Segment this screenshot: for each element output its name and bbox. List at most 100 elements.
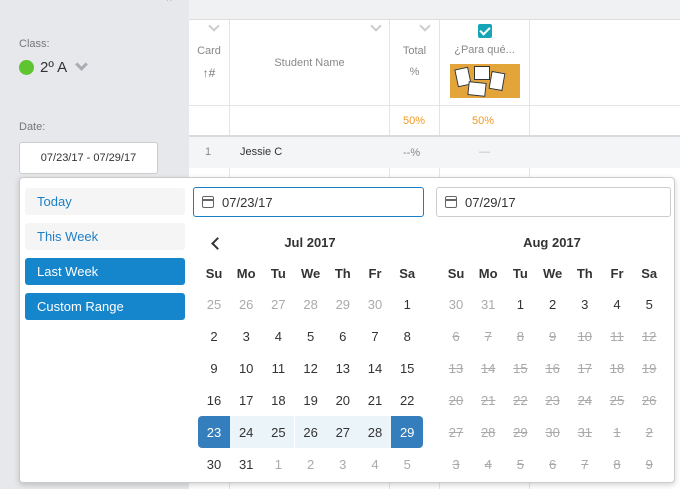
- calendar-day: 9: [548, 328, 557, 344]
- calendar-day: 16: [545, 360, 560, 376]
- weekday-label: Tu: [512, 265, 528, 281]
- calendar-day[interactable]: 24: [230, 416, 263, 448]
- range-this-week[interactable]: This Week: [25, 223, 185, 250]
- row-student-name[interactable]: Jessie C: [240, 146, 282, 158]
- calendar-day[interactable]: 29: [391, 416, 424, 448]
- calendar-day[interactable]: 7: [359, 320, 391, 352]
- chevron-down-icon[interactable]: [208, 20, 220, 32]
- calendar-day[interactable]: 26: [230, 288, 262, 320]
- calendar-day[interactable]: 20: [327, 384, 359, 416]
- calendar-day[interactable]: 21: [359, 384, 391, 416]
- range-last-week[interactable]: Last Week: [25, 258, 185, 285]
- date-range-input[interactable]: 07/23/17 - 07/29/17: [19, 142, 158, 174]
- calendar-day[interactable]: 14: [359, 352, 391, 384]
- calendar-day[interactable]: 4: [601, 288, 633, 320]
- calendar-day[interactable]: 30: [198, 448, 230, 480]
- calendar-day[interactable]: 27: [326, 416, 359, 448]
- calendar-day[interactable]: 25: [198, 288, 230, 320]
- table-row[interactable]: 1 Jessie C --% —: [189, 137, 680, 168]
- calendar-day: 15: [513, 360, 528, 376]
- calendar-day: 31: [577, 424, 593, 440]
- calendar-day[interactable]: 4: [359, 448, 391, 480]
- calendar-day[interactable]: 1: [391, 288, 423, 320]
- calendar-day: 27: [448, 424, 464, 440]
- calendar-day[interactable]: 18: [262, 384, 294, 416]
- calendar-day[interactable]: 5: [391, 448, 423, 480]
- column-card-label: Card: [197, 45, 221, 57]
- end-date-value: 07/29/17: [465, 194, 516, 210]
- calendar-day: 11: [610, 328, 624, 344]
- column-total-unit: %: [409, 66, 420, 78]
- calendar-day: 18: [609, 360, 625, 376]
- weekday-label: Mo: [236, 265, 256, 281]
- row-activity: —: [479, 146, 490, 158]
- weekday-label: Sa: [641, 265, 658, 281]
- weekday-label: Tu: [270, 265, 286, 281]
- sort-icon[interactable]: ↑#: [189, 66, 229, 80]
- calendar-day[interactable]: 19: [295, 384, 327, 416]
- date-label: Date:: [19, 121, 46, 133]
- calendar-day[interactable]: 12: [295, 352, 327, 384]
- calendar-day[interactable]: 17: [230, 384, 262, 416]
- calendar-day[interactable]: 4: [262, 320, 294, 352]
- weekday-label: Su: [205, 265, 223, 281]
- chevron-down-icon[interactable]: [75, 58, 89, 71]
- calendar-day[interactable]: 26: [294, 416, 327, 448]
- weekday-label: We: [300, 265, 321, 281]
- activity-checkbox[interactable]: [478, 24, 492, 38]
- end-date-input[interactable]: 07/29/17: [436, 187, 671, 217]
- calendar-day: 14: [480, 360, 496, 376]
- calendar-day[interactable]: 13: [327, 352, 359, 384]
- calendar-day: 29: [513, 424, 528, 440]
- grid-top-bar: [189, 0, 680, 20]
- calendar-day[interactable]: 28: [295, 288, 327, 320]
- calendar-day[interactable]: 15: [391, 352, 423, 384]
- calendar-day[interactable]: 2: [295, 448, 327, 480]
- weekday-label: Su: [447, 265, 465, 281]
- calendar-day[interactable]: 31: [472, 288, 504, 320]
- calendar-day: 6: [548, 456, 557, 472]
- calendar-day[interactable]: 29: [327, 288, 359, 320]
- row-total: --%: [403, 147, 421, 159]
- row-card-number: 1: [205, 146, 212, 158]
- divider: [189, 105, 680, 106]
- weekday-label: Th: [576, 265, 593, 281]
- range-today[interactable]: Today: [25, 188, 185, 215]
- calendar-day[interactable]: 27: [262, 288, 294, 320]
- calendar-day[interactable]: 2: [198, 320, 230, 352]
- calendar-day[interactable]: 25: [262, 416, 295, 448]
- start-date-input[interactable]: 07/23/17: [193, 187, 424, 217]
- calendar-day: 9: [645, 456, 653, 472]
- calendar-day[interactable]: 30: [440, 288, 472, 320]
- calendar-day[interactable]: 28: [359, 416, 391, 448]
- calendar-day[interactable]: 11: [262, 352, 294, 384]
- calendar-day: 2: [645, 424, 653, 440]
- close-icon[interactable]: ×: [166, 0, 172, 5]
- class-selector[interactable]: 2º A: [19, 58, 89, 76]
- total-summary-pct: 50%: [403, 115, 426, 127]
- calendar-day[interactable]: 1: [504, 288, 536, 320]
- calendar-day[interactable]: 16: [198, 384, 230, 416]
- weekday-label: Mo: [478, 265, 498, 281]
- calendar-day[interactable]: 8: [391, 320, 423, 352]
- chevron-down-icon[interactable]: [419, 20, 431, 32]
- calendar-day[interactable]: 31: [230, 448, 262, 480]
- calendar-day[interactable]: 23: [198, 416, 230, 448]
- calendar-day[interactable]: 2: [537, 288, 569, 320]
- weekday-label: Th: [334, 265, 351, 281]
- calendar-day[interactable]: 22: [391, 384, 423, 416]
- range-custom[interactable]: Custom Range: [25, 293, 185, 320]
- calendar-day[interactable]: 3: [230, 320, 262, 352]
- calendar-day[interactable]: 5: [633, 288, 665, 320]
- calendar-day: 23: [545, 392, 560, 408]
- calendar-day[interactable]: 3: [327, 448, 359, 480]
- calendar-day[interactable]: 3: [569, 288, 601, 320]
- calendar-day[interactable]: 9: [198, 352, 230, 384]
- calendar-day[interactable]: 30: [359, 288, 391, 320]
- calendar-day[interactable]: 5: [295, 320, 327, 352]
- calendar-day[interactable]: 10: [230, 352, 262, 384]
- calendar-day[interactable]: 1: [262, 448, 294, 480]
- chevron-down-icon[interactable]: [370, 20, 382, 32]
- activity-thumbnail[interactable]: [450, 64, 520, 98]
- calendar-day[interactable]: 6: [327, 320, 359, 352]
